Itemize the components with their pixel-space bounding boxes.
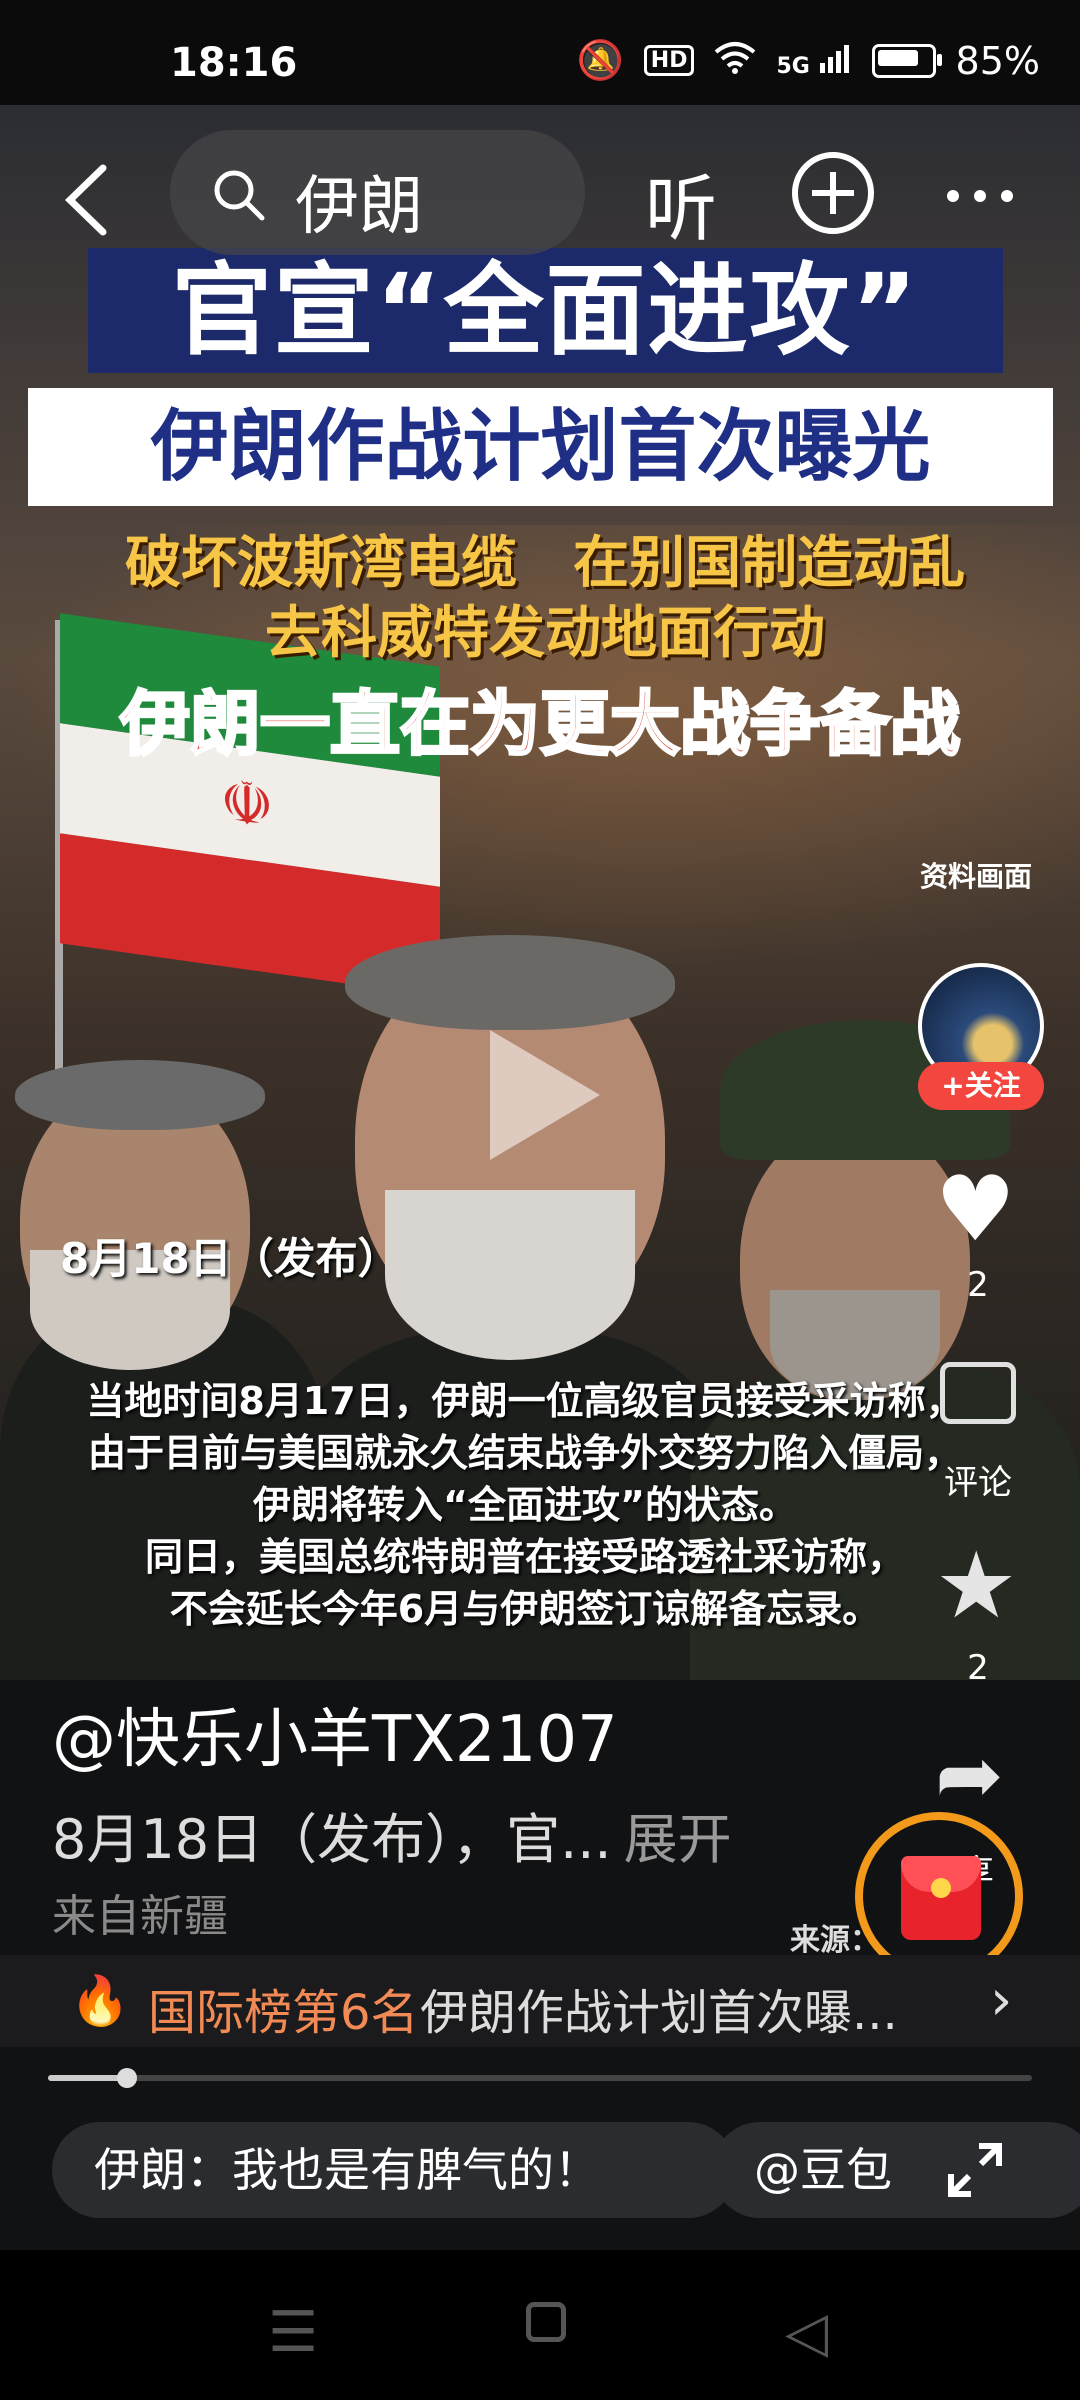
back-button[interactable] [58, 160, 118, 240]
battery-percent: 85% [955, 38, 1040, 83]
heart-icon[interactable]: ♥ [935, 1165, 1016, 1255]
signal-icon: 5G [776, 43, 851, 79]
mute-icon: 🔕 [576, 38, 624, 82]
ranking-name: 国际榜第6名 · [148, 1973, 440, 2043]
status-time: 18:16 [170, 40, 298, 86]
chevron-right-icon[interactable]: › [990, 1968, 1012, 2033]
flame-icon: 🔥 [70, 1973, 130, 2029]
related-topic-chip[interactable]: 伊朗：我也是有脾气的！ [52, 2122, 736, 2218]
headline-banner-2: 伊朗作战计划首次曝光 [28, 388, 1053, 506]
caption-line: 由于目前与美国就永久结束战争外交努力陷入僵局， [87, 1431, 962, 1475]
back-arrow-icon [64, 164, 107, 236]
home-icon[interactable] [526, 2302, 566, 2342]
more-button[interactable] [945, 188, 1015, 208]
listen-button[interactable]: 听 [645, 150, 717, 255]
expand-button[interactable]: 展开 [624, 1808, 732, 1871]
video-date-tag: 8月18日（发布） [60, 1234, 400, 1283]
share-icon[interactable]: ➦ [935, 1735, 1004, 1817]
video-caption: 当地时间8月17日，伊朗一位高级官员接受采访称， 由于目前与美国就永久结束战争外… [30, 1375, 1020, 1635]
related-topic-chip[interactable]: @豆包 [712, 2122, 1080, 2218]
headline-banner-1: 官宣“全面进攻” [88, 248, 1003, 373]
caption-line: 不会延长今年6月与伊朗签订谅解备忘录。 [169, 1587, 881, 1631]
caption-line: 同日，美国总统特朗普在接受路透社采访称， [144, 1535, 905, 1579]
headline-2: 伊朗作战计划首次曝光 [150, 402, 931, 492]
caption-line: 当地时间8月17日，伊朗一位高级官员接受采访称， [86, 1379, 964, 1423]
subline-2: 去科威特发动地面行动 [265, 601, 825, 666]
author-name[interactable]: @快乐小羊TX2107 [52, 1688, 618, 1780]
plus-circle-icon [812, 172, 854, 214]
ranking-title: 伊朗作战计划首次曝... [420, 1985, 898, 2041]
video-progress-handle[interactable] [116, 2068, 137, 2088]
search-box[interactable]: 伊朗 [170, 130, 585, 255]
location-label: 来自新疆 [52, 1891, 228, 1942]
search-query: 伊朗 [295, 170, 423, 244]
fullscreen-icon[interactable] [945, 2140, 1005, 2200]
subline-1: 破坏波斯湾电缆 在别国制造动乱 [125, 531, 965, 596]
headline-1: 官宣“全面进攻” [171, 252, 920, 369]
network-label: 5G [776, 53, 810, 79]
description-text: 8月18日（发布），官... [52, 1808, 612, 1871]
subline-3: 伊朗一直在为更大战争备战 [119, 682, 962, 767]
play-icon[interactable] [490, 1030, 600, 1160]
ranking-position: 国际榜第6名 [148, 1985, 419, 2041]
star-icon[interactable]: ★ [935, 1540, 1017, 1632]
add-button[interactable] [792, 152, 874, 234]
video-progress-fill [48, 2075, 127, 2081]
battery-icon [871, 43, 942, 78]
follow-button[interactable]: +关注 [918, 1062, 1044, 1110]
caption-line: 伊朗将转入“全面进攻”的状态。 [253, 1483, 797, 1527]
comment-icon[interactable] [940, 1362, 1016, 1424]
comment-label: 评论 [944, 1463, 1012, 1503]
red-envelope-icon [901, 1856, 981, 1940]
status-icons: 🔕 HD 5G 85% [576, 38, 1040, 83]
hd-badge: HD [643, 45, 695, 76]
like-count: 2 [967, 1265, 989, 1305]
status-bar: 18:16 🔕 HD 5G 85% [0, 0, 1080, 105]
more-dots-icon [947, 190, 1013, 202]
post-description[interactable]: 8月18日（发布），官... 展开 [52, 1795, 732, 1874]
video-progress-track[interactable] [48, 2075, 1032, 2081]
archive-footage-label: 资料画面 [920, 860, 1033, 893]
wifi-icon [714, 39, 756, 83]
menu-icon[interactable]: ☰ [268, 2300, 318, 2365]
search-icon [214, 170, 265, 221]
back-triangle-icon[interactable]: ◁ [785, 2300, 828, 2365]
favorite-count: 2 [967, 1648, 989, 1688]
